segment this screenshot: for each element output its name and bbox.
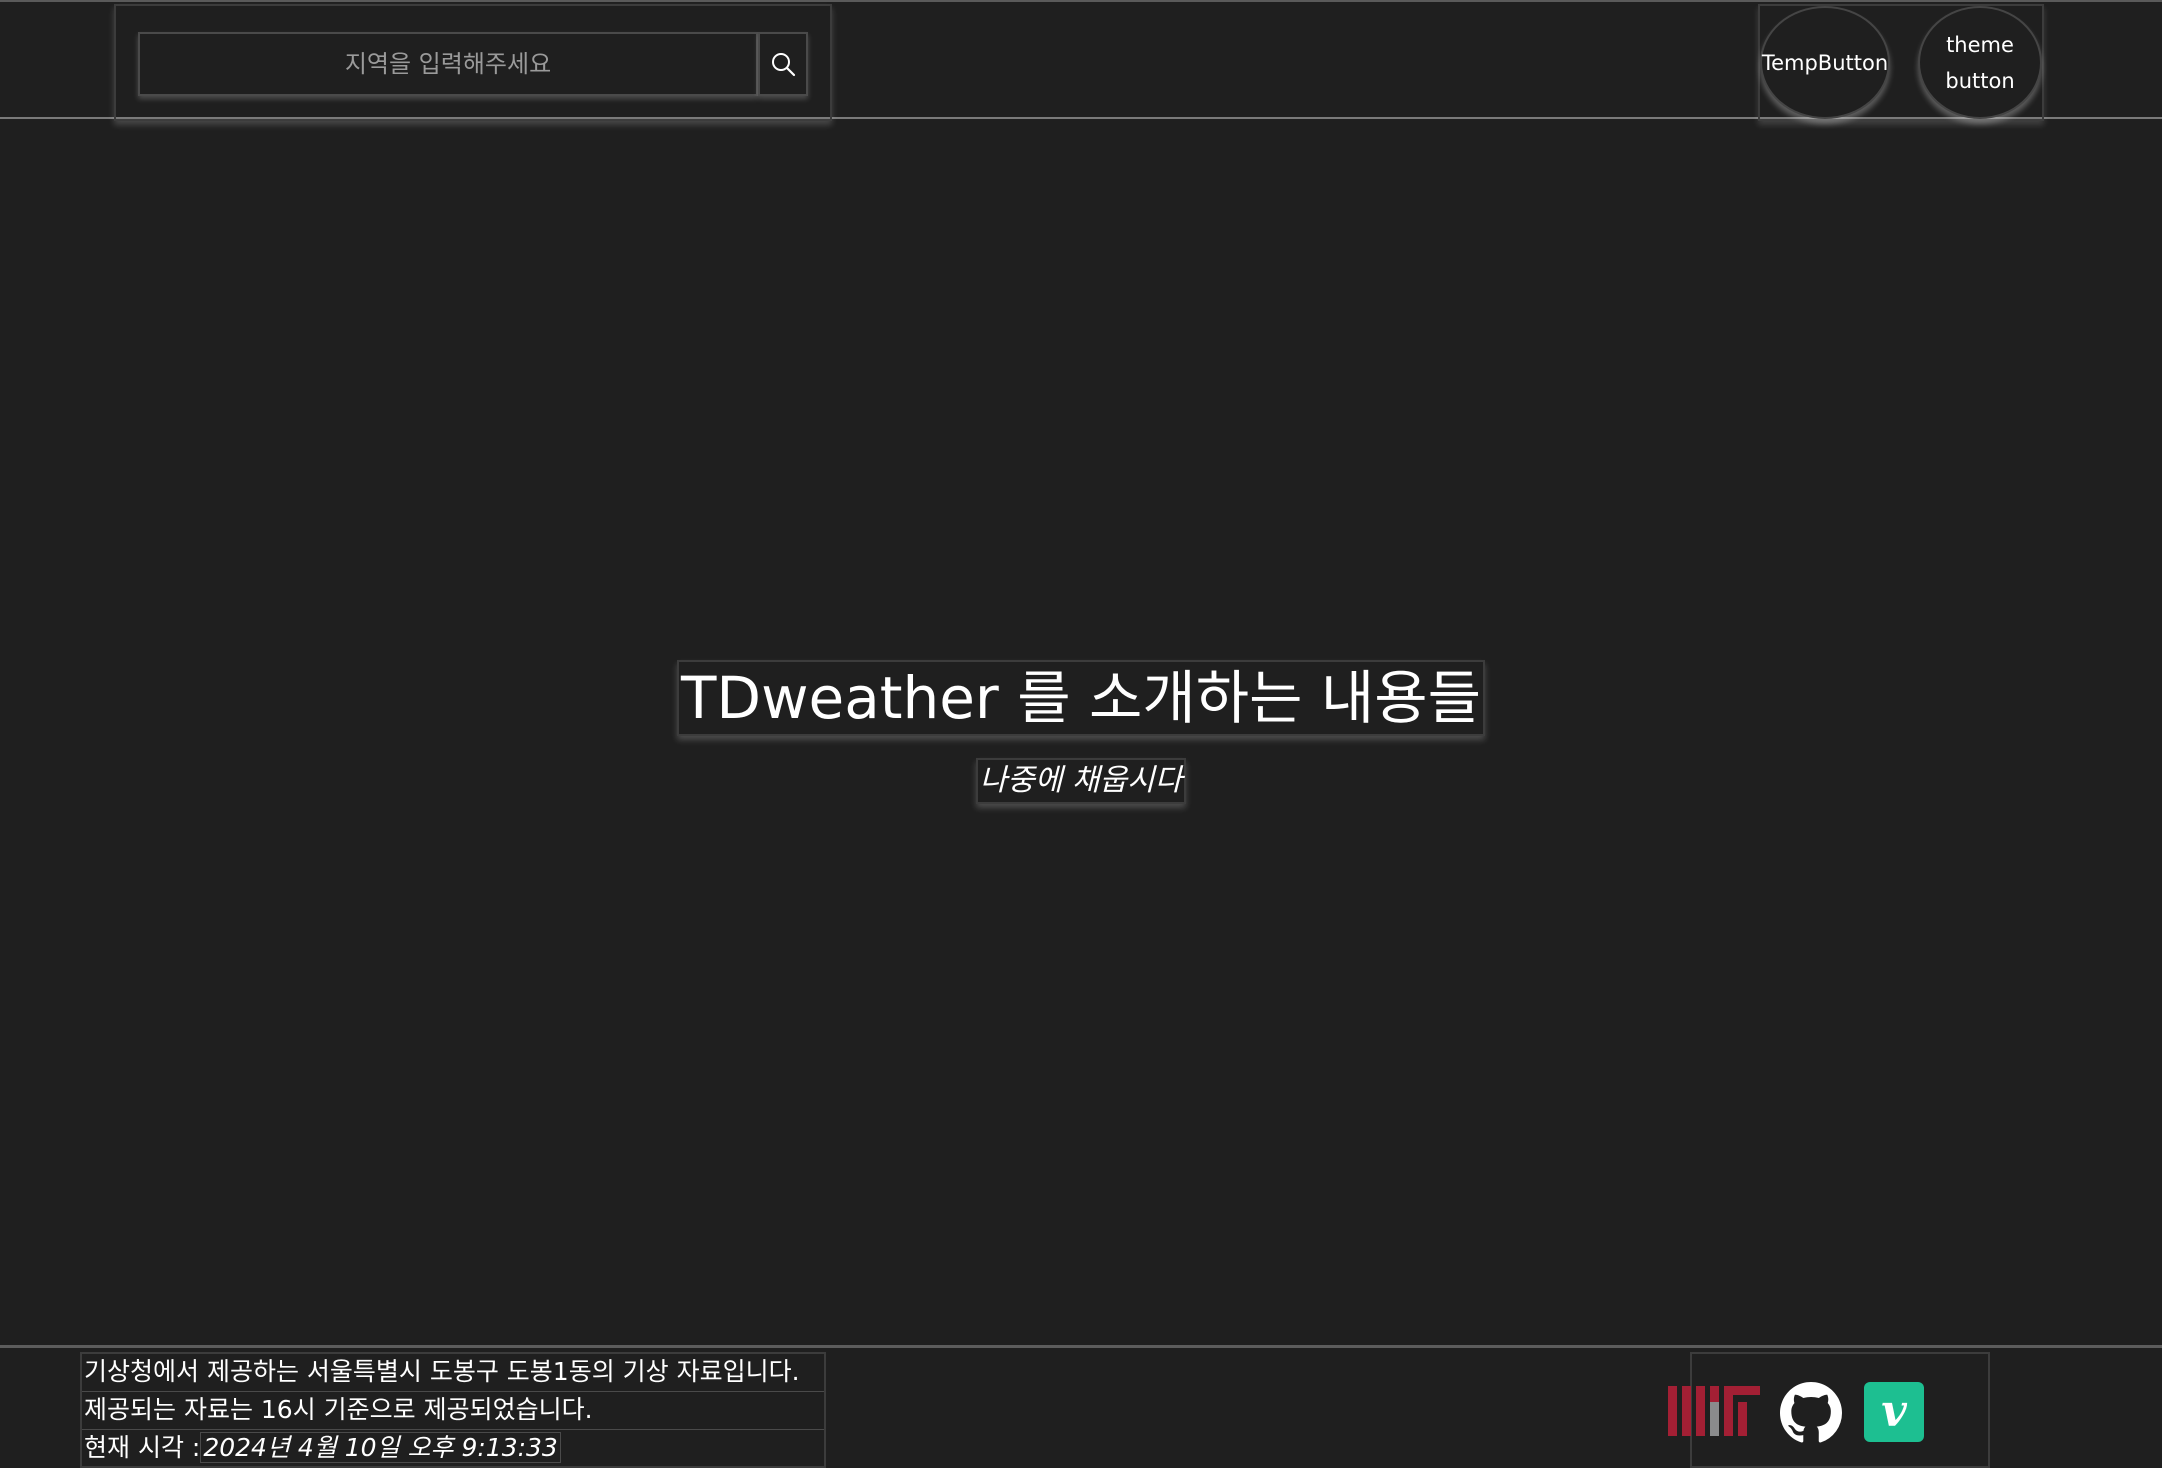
footer-bar: 기상청에서 제공하는 서울특별시 도봉구 도봉1동의 기상 자료입니다. 제공되… xyxy=(0,1345,2162,1468)
intro-section: TDweather 를 소개하는 내용들 나중에 채웁시다 xyxy=(0,660,2162,804)
current-time-row: 현재 시각 :2024년 4월 10일 오후 9:13:33 xyxy=(82,1430,824,1467)
theme-button-label: theme button xyxy=(1945,32,2015,93)
vimeo-icon[interactable]: v xyxy=(1864,1382,1924,1442)
search-icon xyxy=(772,53,796,77)
current-time-label: 현재 시각 : xyxy=(84,1433,201,1462)
github-icon[interactable] xyxy=(1780,1382,1842,1444)
theme-button[interactable]: theme button xyxy=(1918,6,2042,119)
search-button[interactable] xyxy=(758,32,808,96)
weather-source-info: 기상청에서 제공하는 서울특별시 도봉구 도봉1동의 기상 자료입니다. 제공되… xyxy=(80,1352,826,1468)
intro-title: TDweather 를 소개하는 내용들 xyxy=(677,660,1485,736)
footer-links: v xyxy=(1668,1352,1990,1468)
header-buttons-container: TempButton theme button xyxy=(1758,4,2044,121)
intro-subtitle: 나중에 채웁시다 xyxy=(975,758,1187,804)
search-container xyxy=(114,4,832,121)
header-bar: TempButton theme button xyxy=(0,0,2162,121)
source-description: 기상청에서 제공하는 서울특별시 도봉구 도봉1동의 기상 자료입니다. xyxy=(82,1354,824,1392)
current-time-value: 2024년 4월 10일 오후 9:13:33 xyxy=(200,1432,561,1463)
mit-logo-icon[interactable] xyxy=(1668,1382,1760,1438)
region-search-input[interactable] xyxy=(138,32,758,96)
base-time-description: 제공되는 자료는 16시 기준으로 제공되었습니다. xyxy=(82,1392,824,1430)
temp-button[interactable]: TempButton xyxy=(1760,6,1890,119)
